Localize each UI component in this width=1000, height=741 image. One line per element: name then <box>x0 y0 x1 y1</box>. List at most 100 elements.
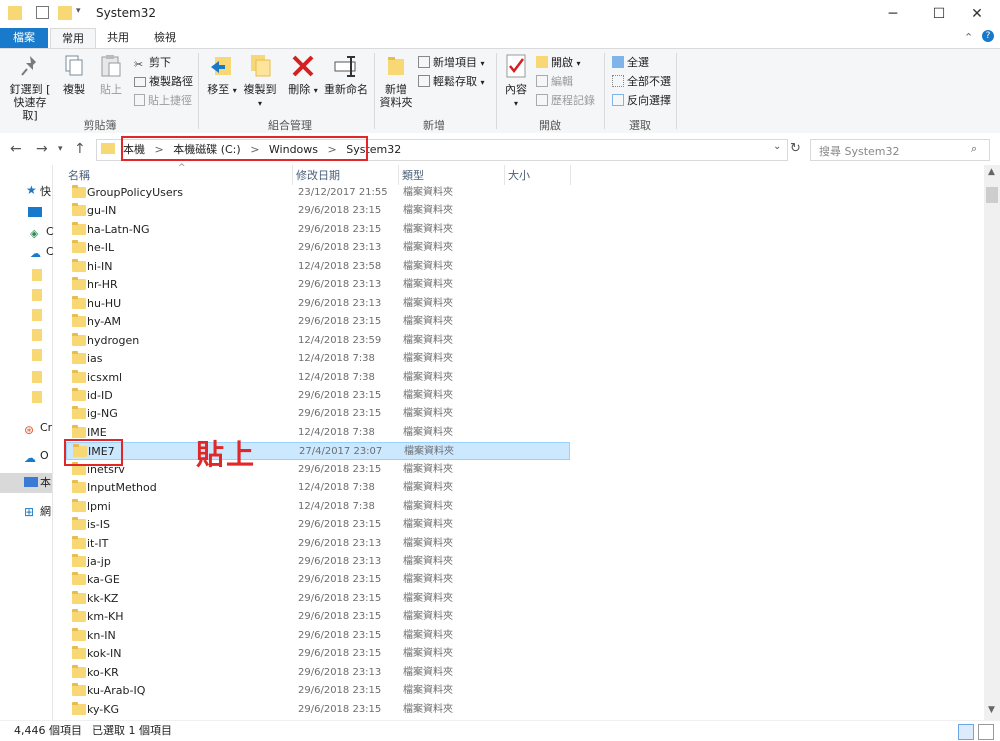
column-divider[interactable] <box>504 165 505 185</box>
column-divider[interactable] <box>570 165 571 185</box>
table-row[interactable]: ku-Arab-IQ 29/6/2018 23:15 檔案資料夾 <box>66 682 570 700</box>
scroll-thumb[interactable] <box>986 187 998 203</box>
properties-quick-icon[interactable] <box>36 6 49 19</box>
back-arrow-icon[interactable]: ← <box>10 141 22 157</box>
history-button[interactable]: 歷程記錄 <box>536 93 595 109</box>
folder-icon[interactable] <box>32 329 42 341</box>
large-icons-view-icon[interactable] <box>978 724 994 740</box>
table-row[interactable]: ka-GE 29/6/2018 23:15 檔案資料夾 <box>66 571 570 589</box>
nav-item[interactable]: 快 <box>40 183 51 201</box>
scroll-up-icon[interactable]: ▲ <box>988 167 995 177</box>
table-row[interactable]: hydrogen 12/4/2018 23:59 檔案資料夾 <box>66 332 570 350</box>
invert-selection-button[interactable]: 反向選擇 <box>612 93 671 109</box>
scroll-down-icon[interactable]: ▼ <box>988 705 995 715</box>
forward-arrow-icon[interactable]: → <box>36 141 48 157</box>
copy-to-button[interactable]: 複製到 ▾ <box>240 53 280 110</box>
column-header-modified[interactable]: 修改日期 <box>296 167 340 183</box>
new-folder-button[interactable]: 新增 資料夾 <box>378 53 414 109</box>
table-row[interactable]: gu-IN 29/6/2018 23:15 檔案資料夾 <box>66 202 570 220</box>
collapse-ribbon-icon[interactable]: ⌃ <box>964 31 973 44</box>
nav-item[interactable]: 網 <box>40 503 51 521</box>
table-row[interactable]: he-IL 29/6/2018 23:13 檔案資料夾 <box>66 239 570 257</box>
table-row[interactable]: kk-KZ 29/6/2018 23:15 檔案資料夾 <box>66 590 570 608</box>
select-none-button[interactable]: 全部不選 <box>612 74 671 90</box>
table-row[interactable]: ky-KG 29/6/2018 23:15 檔案資料夾 <box>66 701 570 719</box>
table-row[interactable]: id-ID 29/6/2018 23:15 檔案資料夾 <box>66 387 570 405</box>
desktop-icon[interactable] <box>28 207 42 217</box>
folder-icon[interactable] <box>32 309 42 321</box>
tab-share[interactable]: 共用 <box>96 28 140 48</box>
properties-button[interactable]: 內容 ▾ <box>500 53 532 110</box>
table-row[interactable]: hu-HU 29/6/2018 23:13 檔案資料夾 <box>66 295 570 313</box>
column-divider[interactable] <box>292 165 293 185</box>
table-row[interactable]: lpmi 12/4/2018 7:38 檔案資料夾 <box>66 498 570 516</box>
details-view-icon[interactable] <box>958 724 974 740</box>
table-row[interactable]: it-IT 29/6/2018 23:13 檔案資料夾 <box>66 535 570 553</box>
table-row[interactable]: ha-Latn-NG 29/6/2018 23:15 檔案資料夾 <box>66 221 570 239</box>
delete-button[interactable]: 刪除 ▾ <box>286 53 320 97</box>
tab-file[interactable]: 檔案 <box>0 28 48 48</box>
rename-button[interactable]: 重新命名 <box>322 53 370 96</box>
edit-button[interactable]: 編輯 <box>536 74 573 90</box>
new-item-button[interactable]: 新增項目 ▾ <box>418 55 485 71</box>
nav-item[interactable]: O <box>40 449 49 467</box>
folder-icon[interactable] <box>32 391 42 403</box>
tab-view[interactable]: 檢視 <box>140 28 190 48</box>
network-icon[interactable]: ⊞ <box>24 505 34 519</box>
vertical-scrollbar[interactable]: ▲ ▼ <box>984 165 1000 720</box>
search-input[interactable]: 搜尋 System32 ⌕ <box>810 139 990 161</box>
table-row[interactable]: kok-IN 29/6/2018 23:15 檔案資料夾 <box>66 645 570 663</box>
recent-locations-icon[interactable]: ▾ <box>58 144 63 154</box>
address-dropdown-icon[interactable]: ⌄ <box>773 141 781 152</box>
table-row[interactable]: ja-jp 29/6/2018 23:13 檔案資料夾 <box>66 553 570 571</box>
easy-access-button[interactable]: 輕鬆存取 ▾ <box>418 74 485 90</box>
paste-shortcut-button[interactable]: 貼上捷徑 <box>134 93 192 109</box>
copy-path-button[interactable]: 複製路徑 <box>134 74 193 90</box>
table-row[interactable]: is-IS 29/6/2018 23:15 檔案資料夾 <box>66 516 570 534</box>
cloud-icon[interactable]: ☁ <box>30 247 41 260</box>
refresh-icon[interactable]: ↻ <box>790 141 801 156</box>
table-row[interactable]: icsxml 12/4/2018 7:38 檔案資料夾 <box>66 369 570 387</box>
table-row[interactable]: km-KH 29/6/2018 23:15 檔案資料夾 <box>66 608 570 626</box>
help-icon[interactable]: ? <box>982 30 994 42</box>
address-bar[interactable]: 本機 > 本機磁碟 (C:) > Windows > System32 ⌄ <box>96 136 788 161</box>
cut-button[interactable]: ✂ 剪下 <box>134 55 171 71</box>
table-row[interactable]: ias 12/4/2018 7:38 檔案資料夾 <box>66 350 570 368</box>
new-folder-quick-icon[interactable] <box>58 6 72 20</box>
close-button[interactable]: ✕ <box>954 0 1000 28</box>
column-header-size[interactable]: 大小 <box>508 167 530 183</box>
table-row[interactable]: IME7 27/4/2017 23:07 檔案資料夾 <box>66 442 570 461</box>
paste-button[interactable]: 貼上 <box>94 53 128 96</box>
select-all-button[interactable]: 全選 <box>612 55 649 71</box>
nav-item[interactable]: C <box>46 245 54 263</box>
table-row[interactable]: InputMethod 12/4/2018 7:38 檔案資料夾 <box>66 479 570 497</box>
folder-icon[interactable] <box>32 269 42 281</box>
search-icon[interactable]: ⌕ <box>971 142 977 156</box>
nav-item[interactable]: C <box>46 225 54 243</box>
minimize-button[interactable]: ─ <box>870 0 916 28</box>
up-arrow-icon[interactable]: ↑ <box>74 141 86 157</box>
table-row[interactable]: inetsrv 29/6/2018 23:15 檔案資料夾 <box>66 461 570 479</box>
table-row[interactable]: hi-IN 12/4/2018 23:58 檔案資料夾 <box>66 258 570 276</box>
column-header-type[interactable]: 類型 <box>402 167 424 183</box>
tab-home[interactable]: 常用 <box>50 28 96 49</box>
onedrive-icon[interactable]: ☁ <box>24 451 36 465</box>
drive-icon[interactable]: ◈ <box>30 227 38 240</box>
nav-item[interactable]: Cr <box>40 421 52 439</box>
table-row[interactable]: hr-HR 29/6/2018 23:13 檔案資料夾 <box>66 276 570 294</box>
pin-quick-access-button[interactable]: 釘選到 [ 快速存取] <box>6 53 54 122</box>
folder-icon[interactable] <box>32 349 42 361</box>
table-row[interactable]: GroupPolicyUsers 23/12/2017 21:55 檔案資料夾 <box>66 184 570 202</box>
table-row[interactable]: hy-AM 29/6/2018 23:15 檔案資料夾 <box>66 313 570 331</box>
customize-quick-access-icon[interactable]: ▾ <box>76 6 90 20</box>
table-row[interactable]: ko-KR 29/6/2018 23:13 檔案資料夾 <box>66 664 570 682</box>
table-row[interactable]: IME 12/4/2018 7:38 檔案資料夾 <box>66 424 570 442</box>
open-button[interactable]: 開啟 ▾ <box>536 55 581 71</box>
folder-icon[interactable] <box>32 289 42 301</box>
column-header-name[interactable]: 名稱 <box>68 167 90 183</box>
table-row[interactable]: kn-IN 29/6/2018 23:15 檔案資料夾 <box>66 627 570 645</box>
copy-button[interactable]: 複製 <box>58 53 90 96</box>
folder-icon[interactable] <box>32 371 42 383</box>
move-to-button[interactable]: 移至 ▾ <box>204 53 240 97</box>
creative-cloud-icon[interactable]: ⊛ <box>24 423 34 437</box>
